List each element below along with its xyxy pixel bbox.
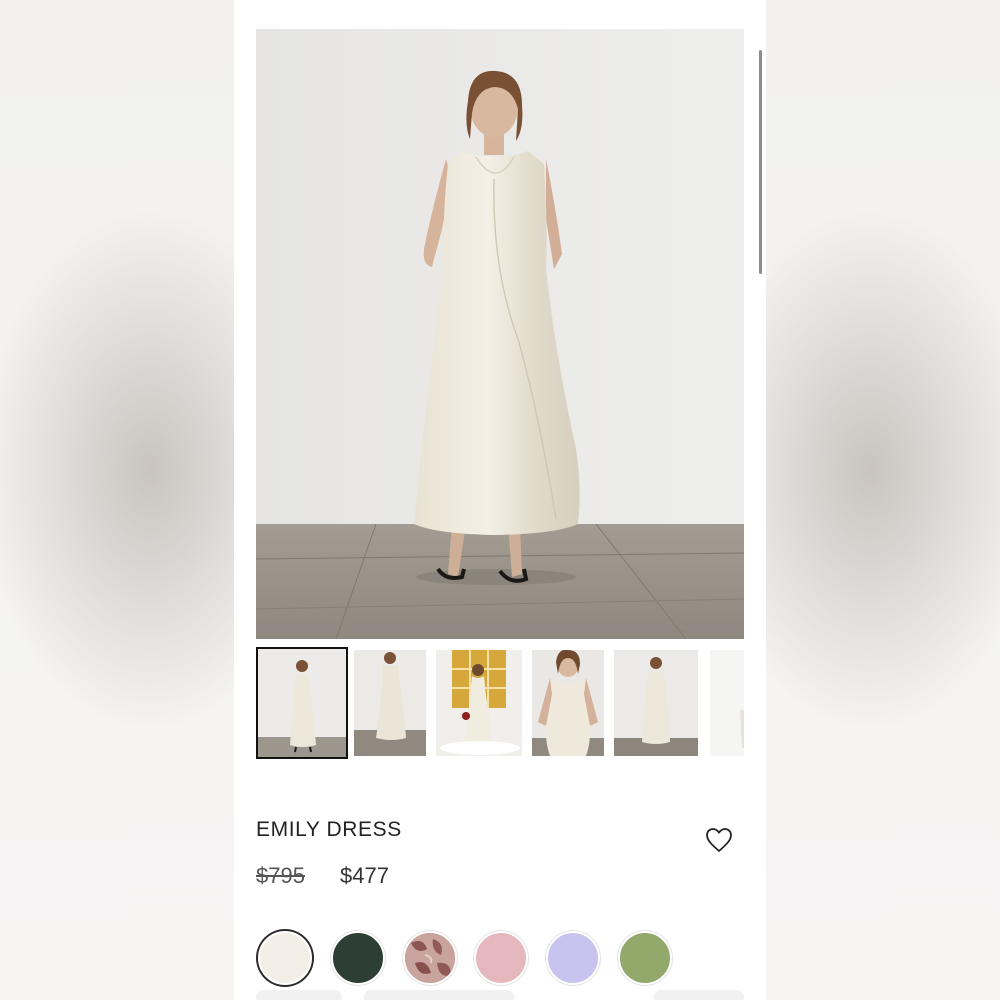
main-product-image[interactable] [256, 29, 744, 639]
partial-control-middle[interactable] [364, 990, 514, 1000]
original-price: $795 [256, 863, 305, 888]
thumbnail-6[interactable] [710, 650, 744, 756]
thumbnail-4[interactable] [532, 650, 604, 756]
color-swatch-dark-green[interactable] [331, 931, 385, 985]
color-swatch-sage-green[interactable] [618, 931, 672, 985]
color-swatch-lavender[interactable] [546, 931, 600, 985]
product-title: EMILY DRESS [256, 818, 402, 841]
floral-pattern [405, 933, 455, 983]
thumbnail-3[interactable] [436, 650, 522, 756]
sale-price: $477 [340, 863, 389, 888]
page-scrollbar[interactable] [759, 50, 762, 274]
partial-control-left[interactable] [256, 990, 342, 1000]
color-swatch-blush-pink[interactable] [474, 931, 528, 985]
model-photo [256, 29, 744, 639]
product-page: EMILY DRESS $795 $477 [234, 0, 766, 1000]
thumbnail-2[interactable] [354, 650, 426, 756]
wishlist-button[interactable] [704, 825, 734, 855]
color-swatch-ivory[interactable] [258, 931, 312, 985]
color-swatch-pink-floral[interactable] [403, 931, 457, 985]
heart-icon [706, 828, 732, 852]
thumbnail-5[interactable] [614, 650, 698, 756]
thumbnail-1[interactable] [256, 647, 348, 759]
partial-control-right[interactable] [654, 990, 744, 1000]
